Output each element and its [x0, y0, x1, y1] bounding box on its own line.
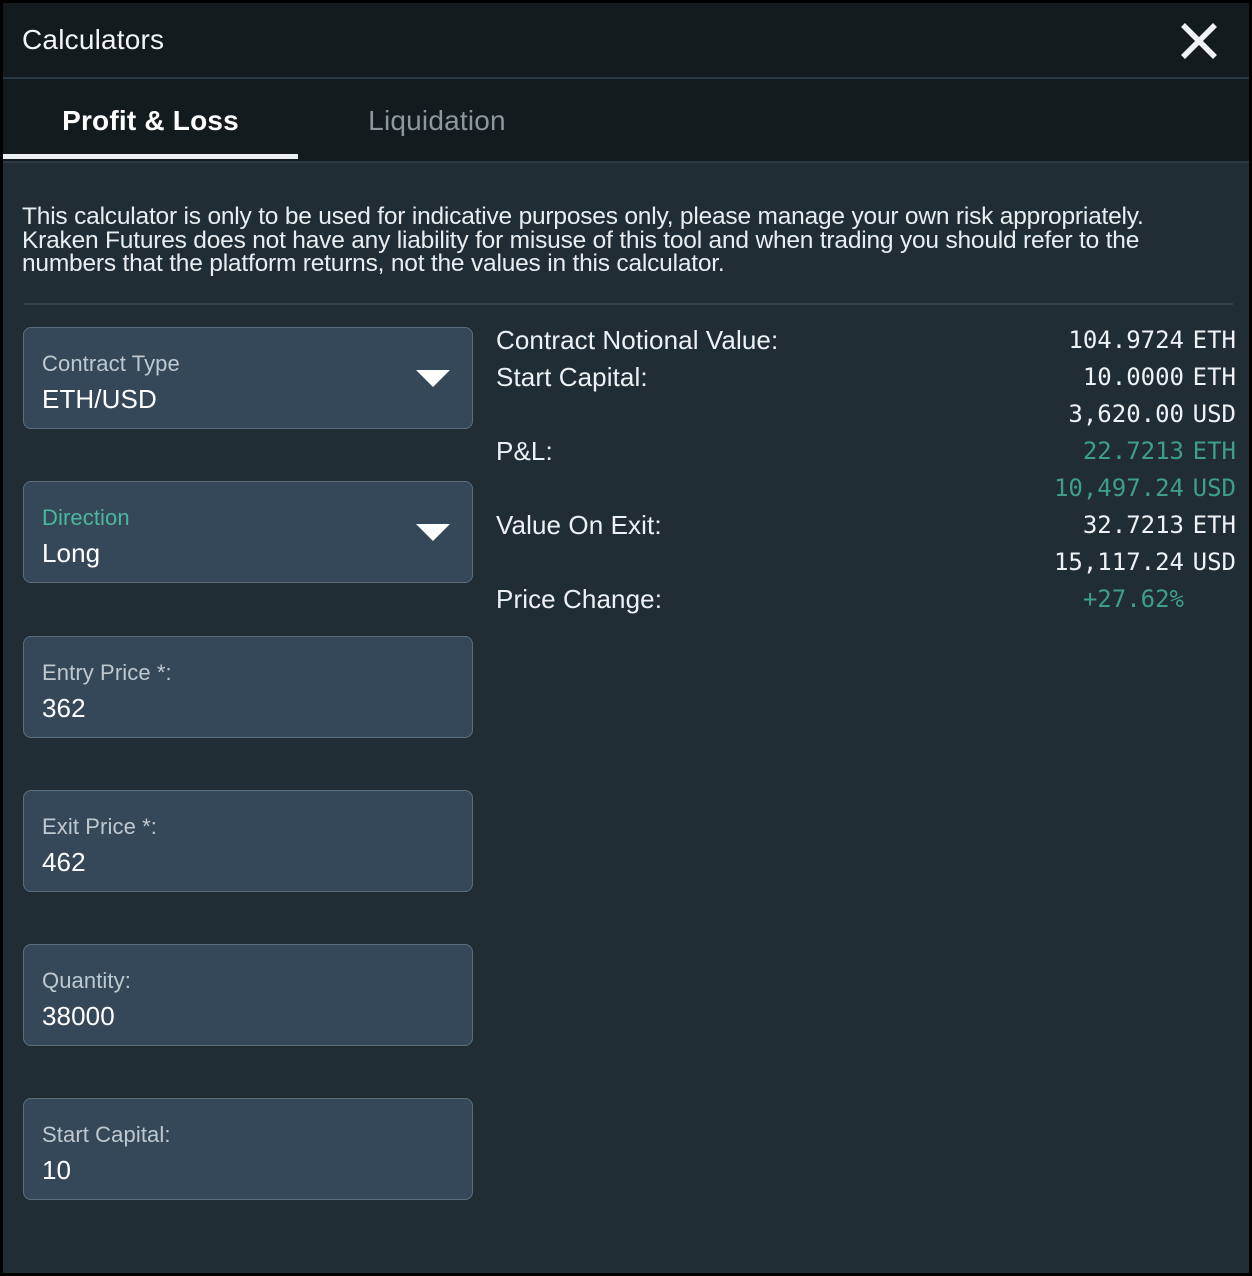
close-button[interactable] [1175, 17, 1223, 65]
result-value: 10,497.24 USD [1054, 474, 1236, 502]
exit-price-label: Exit Price *: [42, 814, 157, 839]
result-label: Start Capital: [496, 362, 648, 392]
tab-profit-and-loss-label: Profit & Loss [62, 105, 239, 136]
contract-type-select[interactable]: Contract Type ETH/USD [23, 327, 473, 429]
result-value: +27.62% [1083, 585, 1236, 613]
result-number: 32.7213 [1082, 511, 1184, 539]
quantity-label: Quantity: [42, 968, 131, 993]
result-value: 10.0000 ETH [1083, 363, 1236, 391]
calculator-body: This calculator is only to be used for i… [3, 163, 1249, 1273]
result-label: Contract Notional Value: [496, 325, 779, 355]
tab-liquidation[interactable]: Liquidation [298, 79, 576, 163]
direction-label: Direction [42, 505, 130, 530]
result-number: 15,117.24 [1053, 548, 1184, 576]
result-value: 3,620.00 USD [1068, 400, 1236, 428]
result-label: P&L: [496, 436, 553, 466]
result-unit: ETH [1192, 326, 1236, 354]
result-number: 10,497.24 [1053, 474, 1184, 502]
result-row: Value On Exit: 32.7213 ETH [496, 510, 1236, 547]
active-tab-indicator [3, 154, 298, 159]
result-number: 3,620.00 [1068, 400, 1184, 428]
result-number: 104.9724 [1068, 326, 1184, 354]
result-value: 104.9724 ETH [1068, 326, 1236, 354]
result-row: Price Change: +27.62% [496, 584, 1236, 621]
contract-type-label: Contract Type [42, 351, 180, 376]
result-unit: ETH [1192, 511, 1236, 539]
close-icon [1176, 18, 1222, 64]
result-row: 15,117.24 USD [496, 547, 1236, 584]
direction-select[interactable]: Direction Long [23, 481, 473, 583]
disclaimer-text: This calculator is only to be used for i… [22, 203, 1144, 277]
results-panel: Contract Notional Value: 104.9724 ETH Start… [496, 325, 1236, 621]
quantity-input[interactable]: Quantity: 38000 [23, 944, 473, 1046]
tab-profit-and-loss[interactable]: Profit & Loss [3, 79, 298, 163]
chevron-down-icon [416, 524, 450, 541]
result-unit: USD [1192, 548, 1236, 576]
result-label: Value On Exit: [496, 510, 662, 540]
result-unit: USD [1192, 400, 1236, 428]
result-row: 10,497.24 USD [496, 473, 1236, 510]
section-divider [24, 303, 1233, 305]
entry-price-input[interactable]: Entry Price *: 362 [23, 636, 473, 738]
entry-price-value: 362 [42, 693, 86, 723]
window-title: Calculators [22, 24, 165, 55]
result-value: 32.7213 ETH [1083, 511, 1236, 539]
entry-price-label: Entry Price *: [42, 660, 172, 685]
result-value: 15,117.24 USD [1054, 548, 1236, 576]
result-label: Price Change: [496, 584, 663, 614]
calculators-window: Calculators Profit & Loss Liquidation Th… [0, 0, 1252, 1276]
exit-price-input[interactable]: Exit Price *: 462 [23, 790, 473, 892]
result-row: P&L: 22.7213 ETH [496, 436, 1236, 473]
result-number: 10.0000 [1082, 363, 1184, 391]
result-number: 22.7213 [1082, 437, 1184, 465]
start-capital-input[interactable]: Start Capital: 10 [23, 1098, 473, 1200]
result-number: +27.62% [1082, 585, 1184, 613]
window-titlebar: Calculators [3, 3, 1249, 79]
result-value: 22.7213 ETH [1083, 437, 1236, 465]
contract-type-value: ETH/USD [42, 384, 157, 414]
quantity-value: 38000 [42, 1001, 115, 1031]
tab-liquidation-label: Liquidation [368, 105, 506, 136]
result-row: 3,620.00 USD [496, 399, 1236, 436]
result-row: Start Capital: 10.0000 ETH [496, 362, 1236, 399]
result-row: Contract Notional Value: 104.9724 ETH [496, 325, 1236, 362]
result-unit: USD [1192, 474, 1236, 502]
exit-price-value: 462 [42, 847, 86, 877]
tab-bar: Profit & Loss Liquidation [3, 79, 1249, 163]
result-unit: ETH [1192, 437, 1236, 465]
chevron-down-icon [416, 370, 450, 387]
start-capital-value: 10 [42, 1155, 72, 1185]
direction-value: Long [42, 538, 101, 568]
result-unit: ETH [1192, 363, 1236, 391]
start-capital-label: Start Capital: [42, 1122, 171, 1147]
